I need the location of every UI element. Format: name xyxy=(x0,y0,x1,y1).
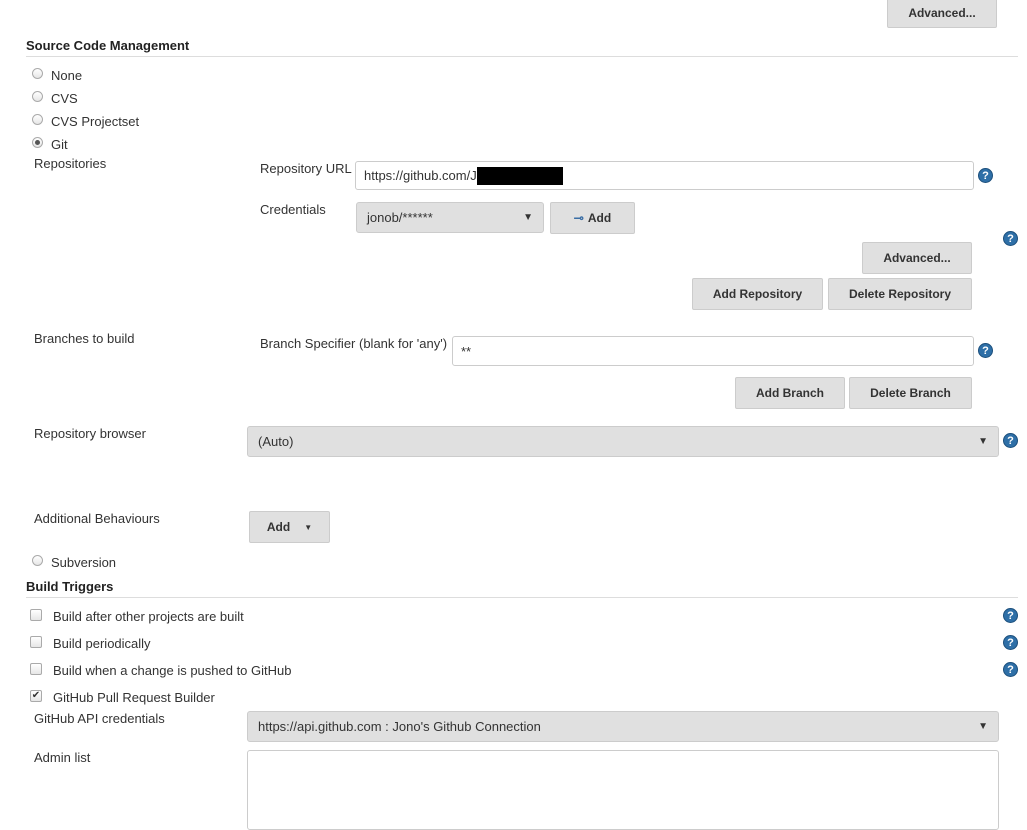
advanced-button[interactable]: Advanced... xyxy=(862,242,972,274)
delete-branch-button[interactable]: Delete Branch xyxy=(849,377,972,409)
checkbox-label: GitHub Pull Request Builder xyxy=(53,690,215,705)
radio-subversion[interactable] xyxy=(32,555,43,566)
github-api-credentials-select[interactable]: https://api.github.com : Jono's Github C… xyxy=(247,711,999,742)
repository-browser-label: Repository browser xyxy=(34,426,146,441)
admin-list-textarea[interactable] xyxy=(247,750,999,830)
radio-cvs-projectset[interactable] xyxy=(32,114,43,125)
divider xyxy=(26,597,1018,598)
radio-label-cvs-projectset: CVS Projectset xyxy=(51,114,140,129)
help-icon[interactable]: ? xyxy=(1003,635,1018,650)
section-title-scm: Source Code Management xyxy=(26,38,190,53)
repository-url-label: Repository URL xyxy=(260,161,352,176)
additional-behaviours-label: Additional Behaviours xyxy=(34,511,160,526)
help-icon[interactable]: ? xyxy=(978,343,993,358)
radio-label-cvs: CVS xyxy=(51,91,78,106)
radio-git[interactable] xyxy=(32,137,43,148)
additional-behaviours-add-button[interactable]: Add ▼ xyxy=(249,511,330,543)
redaction xyxy=(476,166,563,185)
credentials-add-button[interactable]: ⊸ Add xyxy=(550,202,635,234)
divider xyxy=(26,56,1018,57)
add-repository-button[interactable]: Add Repository xyxy=(692,278,823,310)
checkbox-label: Build periodically xyxy=(53,636,151,651)
chevron-down-icon: ▼ xyxy=(978,436,988,447)
github-api-credentials-label: GitHub API credentials xyxy=(34,711,165,726)
advanced-button-top[interactable]: Advanced... xyxy=(887,0,997,28)
help-icon[interactable]: ? xyxy=(1003,433,1018,448)
help-icon[interactable]: ? xyxy=(1003,231,1018,246)
checkbox-github-pr-builder[interactable]: ✔ xyxy=(30,690,42,702)
github-api-credentials-value: https://api.github.com : Jono's Github C… xyxy=(258,719,541,734)
help-icon[interactable]: ? xyxy=(978,168,993,183)
checkbox-build-after-other[interactable] xyxy=(30,609,42,621)
repository-browser-value: (Auto) xyxy=(258,434,294,449)
credentials-select[interactable]: jonob/****** ▼ xyxy=(356,202,544,233)
checkbox-build-on-push[interactable] xyxy=(30,663,42,675)
help-icon[interactable]: ? xyxy=(1003,608,1018,623)
repository-url-value: https://github.com/J xyxy=(364,168,477,183)
chevron-down-icon: ▼ xyxy=(978,721,988,732)
credentials-label: Credentials xyxy=(260,202,326,217)
caret-down-icon: ▼ xyxy=(304,522,313,532)
branches-label: Branches to build xyxy=(34,331,135,346)
radio-none[interactable] xyxy=(32,68,43,79)
checkbox-label: Build after other projects are built xyxy=(53,609,244,624)
radio-label-git: Git xyxy=(51,137,68,152)
checkbox-build-periodically[interactable] xyxy=(30,636,42,648)
help-icon[interactable]: ? xyxy=(1003,662,1018,677)
add-branch-button[interactable]: Add Branch xyxy=(735,377,845,409)
key-icon: ⊸ xyxy=(573,211,584,225)
delete-repository-button[interactable]: Delete Repository xyxy=(828,278,972,310)
branch-specifier-label: Branch Specifier (blank for 'any') xyxy=(260,336,448,351)
radio-cvs[interactable] xyxy=(32,91,43,102)
section-title-build-triggers: Build Triggers xyxy=(26,579,114,594)
add-label: Add xyxy=(266,520,291,534)
checkbox-label: Build when a change is pushed to GitHub xyxy=(53,663,292,678)
repositories-label: Repositories xyxy=(34,156,107,171)
chevron-down-icon: ▼ xyxy=(523,212,533,223)
radio-label-none: None xyxy=(51,68,83,83)
credentials-add-label: Add xyxy=(587,211,612,225)
admin-list-label: Admin list xyxy=(34,750,91,765)
credentials-value: jonob/****** xyxy=(367,210,433,225)
radio-label-subversion: Subversion xyxy=(51,555,117,570)
repository-browser-select[interactable]: (Auto) ▼ xyxy=(247,426,999,457)
branch-specifier-input[interactable]: ** xyxy=(452,336,974,366)
repository-url-input[interactable]: https://github.com/J xyxy=(355,161,974,190)
